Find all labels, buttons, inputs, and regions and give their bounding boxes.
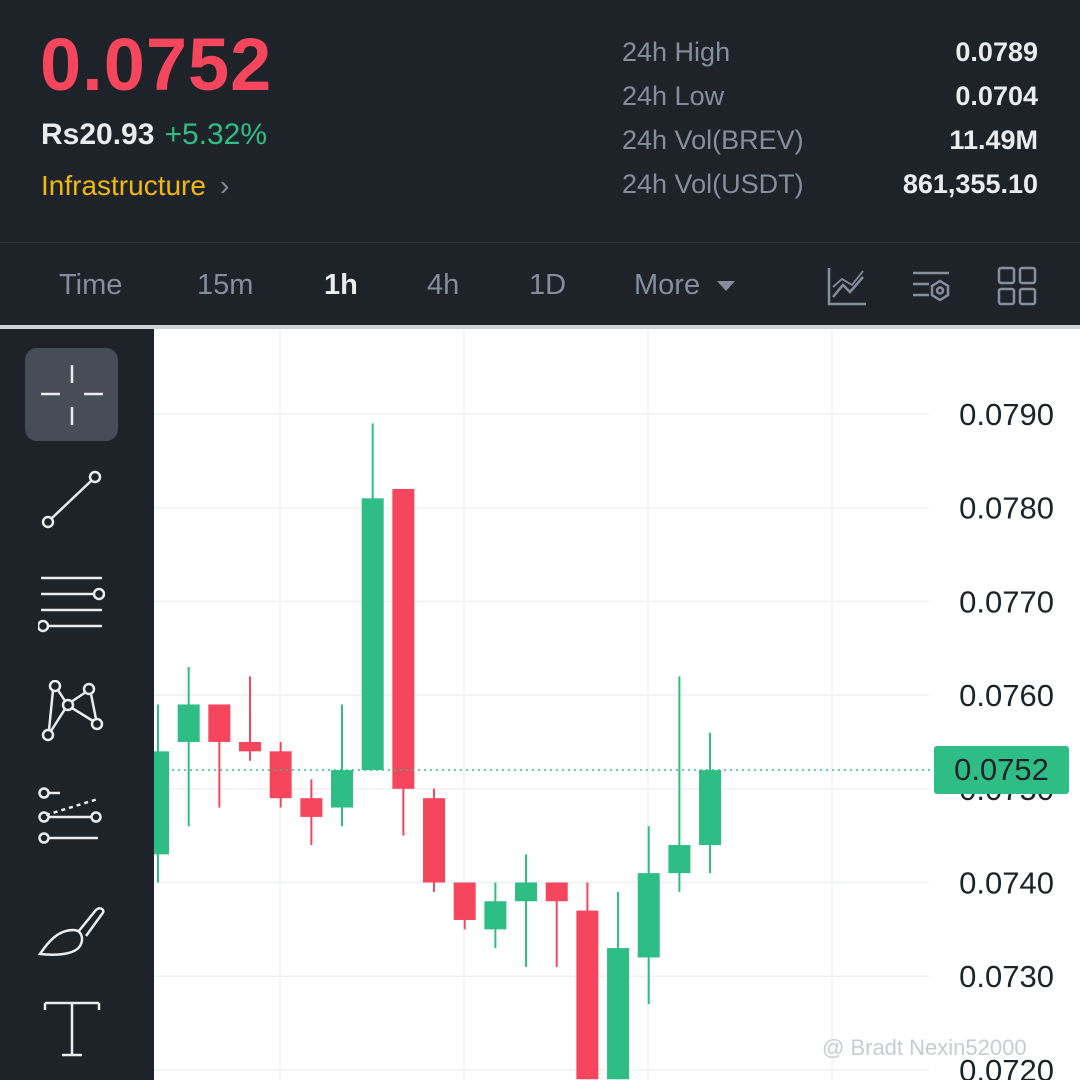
ticker-header: 0.0752 Rs20.93 +5.32% Infrastructure › 24h… bbox=[0, 0, 1080, 242]
y-axis-tick-label: 0.0760 bbox=[959, 678, 1054, 713]
candle-body bbox=[361, 498, 384, 771]
candle-body bbox=[453, 882, 476, 920]
candle-body bbox=[484, 901, 507, 930]
last-price: 0.0752 bbox=[40, 23, 273, 106]
text-tool-icon bbox=[43, 1001, 101, 1057]
fiat-price: Rs20.93 bbox=[41, 118, 155, 151]
stat-value-vol-base: 11.49M bbox=[949, 125, 1038, 155]
trend-line-icon bbox=[41, 470, 102, 529]
drawing-toolbar bbox=[0, 329, 154, 1080]
y-axis-tick-label: 0.0730 bbox=[959, 959, 1054, 994]
stat-label-low: 24h Low bbox=[622, 81, 725, 111]
layout-grid-icon[interactable] bbox=[996, 265, 1038, 307]
stat-label-vol-quote: 24h Vol(USDT) bbox=[622, 169, 804, 199]
current-price-label: 0.0752 bbox=[934, 746, 1069, 794]
y-axis-tick-label: 0.0770 bbox=[959, 584, 1054, 619]
brush-tool-button[interactable] bbox=[25, 879, 118, 972]
category-tag-label: Infrastructure bbox=[41, 170, 206, 201]
tab-more[interactable]: More bbox=[634, 269, 736, 302]
stat-value-high: 0.0789 bbox=[955, 37, 1038, 67]
y-axis-tick-label: 0.0740 bbox=[959, 866, 1054, 901]
price-change-percent: +5.32% bbox=[164, 118, 268, 151]
fib-icon bbox=[38, 787, 102, 844]
pattern-icon bbox=[41, 680, 104, 742]
interval-tabs: Time 15m 1h 4h 1D More bbox=[0, 243, 1080, 327]
tab-4h[interactable]: 4h bbox=[427, 269, 459, 302]
candle-body bbox=[607, 948, 630, 1080]
tab-more-label: More bbox=[634, 269, 701, 301]
chart-canvas: 0.07900.07800.07700.07600.07500.07400.07… bbox=[154, 329, 1054, 1080]
stat-value-vol-quote: 861,355.10 bbox=[902, 169, 1038, 199]
y-axis-tick-label: 0.0790 bbox=[959, 397, 1054, 432]
candle-body bbox=[177, 704, 200, 742]
horizontal-lines-tool-button[interactable] bbox=[25, 561, 118, 654]
watermark-text: @ Bradt Nexin52000 bbox=[822, 1035, 1027, 1060]
chevron-right-icon: › bbox=[219, 170, 230, 201]
trend-line-tool-button[interactable] bbox=[25, 454, 118, 547]
stat-label-high: 24h High bbox=[622, 37, 731, 67]
candle-body bbox=[699, 770, 722, 846]
pattern-tool-button[interactable] bbox=[25, 667, 118, 760]
candle-body bbox=[668, 845, 691, 874]
candle-body bbox=[637, 873, 660, 958]
candle-body bbox=[576, 910, 599, 1080]
candle-body bbox=[208, 704, 231, 742]
candle-body bbox=[423, 798, 446, 883]
candle-body bbox=[331, 770, 354, 808]
candle-body bbox=[154, 751, 169, 855]
candle-body bbox=[545, 882, 568, 902]
candle-body bbox=[239, 741, 262, 752]
candlestick-chart[interactable]: 0.07900.07800.07700.07600.07500.07400.07… bbox=[154, 329, 1080, 1080]
tab-1d[interactable]: 1D bbox=[529, 269, 566, 302]
candle-body bbox=[269, 751, 292, 799]
caret-down-icon bbox=[717, 281, 736, 292]
stat-value-low: 0.0704 bbox=[955, 81, 1038, 111]
brush-icon bbox=[38, 907, 105, 956]
tab-15m[interactable]: 15m bbox=[197, 269, 253, 302]
candle-body bbox=[392, 488, 415, 789]
crosshair-icon bbox=[41, 365, 103, 425]
stat-label-vol-base: 24h Vol(BREV) bbox=[622, 125, 804, 155]
fib-tool-button[interactable] bbox=[25, 774, 118, 867]
y-axis-tick-label: 0.0780 bbox=[959, 491, 1054, 526]
indicator-icon[interactable] bbox=[826, 265, 868, 307]
fiat-price-row: Rs20.93 +5.32% bbox=[41, 118, 267, 152]
tab-1h[interactable]: 1h bbox=[324, 269, 358, 302]
tab-time[interactable]: Time bbox=[59, 269, 122, 302]
crosshair-tool-button[interactable] bbox=[25, 348, 118, 441]
horizontal-lines-icon bbox=[38, 576, 105, 633]
candle-body bbox=[300, 798, 323, 817]
text-tool-button[interactable] bbox=[25, 984, 118, 1077]
chart-settings-icon[interactable] bbox=[911, 265, 953, 307]
category-tag-link[interactable]: Infrastructure › bbox=[41, 170, 229, 202]
candle-body bbox=[515, 882, 538, 902]
